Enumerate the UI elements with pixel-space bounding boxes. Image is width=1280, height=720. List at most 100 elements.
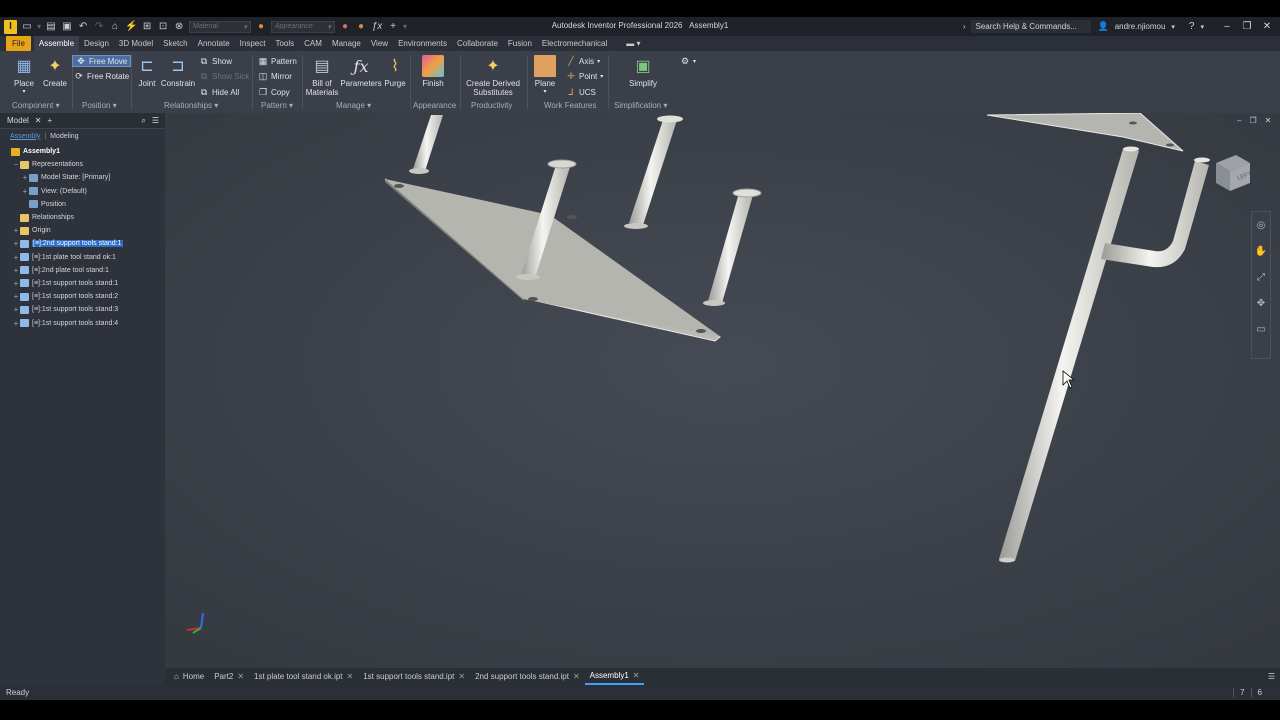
- minimize-icon[interactable]: –: [1237, 116, 1241, 125]
- user-name[interactable]: andre.njiomou: [1115, 22, 1166, 31]
- tab-electromechanical[interactable]: Electromechanical: [537, 36, 612, 51]
- tree-item[interactable]: − Representations: [0, 158, 165, 171]
- ucs-button[interactable]: ⅃ UCS: [566, 86, 595, 98]
- point-button[interactable]: ✛ Point ▾: [566, 70, 603, 82]
- minimize-icon[interactable]: –: [1220, 21, 1234, 32]
- menu-icon[interactable]: ☰: [152, 116, 159, 125]
- tab-tools[interactable]: Tools: [270, 36, 299, 51]
- tree-item[interactable]: + [≡]:2nd support tools stand:1: [0, 237, 165, 250]
- place-button[interactable]: ▦ Place ▾: [10, 55, 38, 97]
- tab-design[interactable]: Design: [79, 36, 114, 51]
- simplification-group-title[interactable]: Simplification ▾: [614, 101, 667, 110]
- search-expand-icon[interactable]: ›: [963, 22, 966, 31]
- expand-icon[interactable]: +: [21, 187, 29, 196]
- doc-tab-part2[interactable]: Part2 ✕: [209, 668, 249, 685]
- tree-item[interactable]: Assembly1: [0, 145, 165, 158]
- close-icon[interactable]: ✕: [237, 672, 244, 681]
- relationships-group-title[interactable]: Relationships ▾: [164, 101, 218, 110]
- expand-icon[interactable]: +: [21, 173, 29, 182]
- undo-icon[interactable]: ↶: [77, 21, 89, 32]
- tab-annotate[interactable]: Annotate: [193, 36, 235, 51]
- tree-item[interactable]: + [≡]:1st plate tool stand ok:1: [0, 251, 165, 264]
- expand-icon[interactable]: +: [12, 305, 20, 314]
- add-icon[interactable]: +: [387, 21, 399, 32]
- clear-appearance-icon[interactable]: ⊗: [173, 21, 185, 32]
- doc-tab-assembly1[interactable]: Assembly1 ✕: [584, 668, 645, 685]
- tree-item[interactable]: + [≡]:1st support tools stand:4: [0, 316, 165, 329]
- finish-button[interactable]: Finish: [418, 55, 448, 88]
- component-group-title[interactable]: Component ▾: [12, 101, 60, 110]
- plane-button[interactable]: Plane ▾: [531, 55, 559, 97]
- look-at-icon[interactable]: ▭: [1252, 316, 1270, 342]
- close-icon[interactable]: ✕: [573, 672, 580, 681]
- create-derived-substitutes-button[interactable]: ✦ Create Derived Substitutes: [463, 55, 523, 97]
- measure-icon[interactable]: ⊡: [157, 21, 169, 32]
- redo-icon[interactable]: ↷: [93, 21, 105, 32]
- pattern-button[interactable]: ▦ Pattern: [258, 55, 297, 67]
- tree-item[interactable]: + Model State: [Primary]: [0, 171, 165, 184]
- expand-icon[interactable]: +: [12, 292, 20, 301]
- customize-arrow-icon[interactable]: ▾: [403, 22, 407, 31]
- new-file-icon[interactable]: ▭: [21, 21, 33, 32]
- doc-tab-home[interactable]: ⌂ Home: [169, 668, 209, 685]
- show-sick-button[interactable]: ⧉ Show Sick: [199, 70, 250, 82]
- clear-override-icon[interactable]: ●: [355, 21, 367, 32]
- close-icon[interactable]: ✕: [458, 672, 465, 681]
- restore-icon[interactable]: ❐: [1240, 21, 1254, 32]
- hide-all-button[interactable]: ⧉ Hide All: [199, 86, 239, 98]
- graphics-viewport[interactable]: LEFT – ❐ ✕ ◎ ✋ ⤢ ✥ ▭: [165, 113, 1280, 668]
- tree-item[interactable]: + Origin: [0, 224, 165, 237]
- inventor-logo-icon[interactable]: I: [4, 19, 17, 34]
- close-icon[interactable]: ✕: [1265, 116, 1272, 125]
- doc-tab-1st-plate[interactable]: 1st plate tool stand ok.ipt ✕: [249, 668, 358, 685]
- tree-item[interactable]: + View: (Default): [0, 185, 165, 198]
- expand-icon[interactable]: +: [12, 226, 20, 235]
- tree-item[interactable]: Relationships: [0, 211, 165, 224]
- doc-tab-1st-support[interactable]: 1st support tools stand.ipt ✕: [358, 668, 470, 685]
- chevron-down-icon[interactable]: ▾: [1200, 23, 1204, 31]
- parameters-button[interactable]: ƒx Parameters: [340, 55, 382, 88]
- tab-inspect[interactable]: Inspect: [235, 36, 271, 51]
- subtab-modeling[interactable]: Modeling: [50, 133, 78, 140]
- help-icon[interactable]: ?: [1189, 21, 1195, 32]
- expand-icon[interactable]: +: [12, 319, 20, 328]
- search-icon[interactable]: ⌕: [141, 116, 145, 126]
- tab-view[interactable]: View: [366, 36, 393, 51]
- tab-cam[interactable]: CAM: [299, 36, 327, 51]
- select-icon[interactable]: ⊞: [141, 21, 153, 32]
- purge-button[interactable]: ⌇ Purge: [382, 55, 408, 88]
- position-group-title[interactable]: Position ▾: [82, 101, 117, 110]
- tree-item[interactable]: + [≡]:1st support tools stand:3: [0, 303, 165, 316]
- tree-item[interactable]: + [≡]:2nd plate tool stand:1: [0, 264, 165, 277]
- tab-assemble[interactable]: Assemble: [33, 36, 80, 51]
- tree-item[interactable]: + [≡]:1st support tools stand:1: [0, 277, 165, 290]
- restore-icon[interactable]: ❐: [1249, 116, 1256, 125]
- tab-fusion[interactable]: Fusion: [503, 36, 537, 51]
- fx-parameters-icon[interactable]: ƒx: [371, 21, 383, 32]
- add-tab-icon[interactable]: +: [48, 116, 53, 125]
- model-canvas[interactable]: [165, 113, 1280, 668]
- zoom-icon[interactable]: ⤢: [1252, 264, 1270, 290]
- tab-manage[interactable]: Manage: [327, 36, 366, 51]
- pattern-group-title[interactable]: Pattern ▾: [261, 101, 293, 110]
- home-icon[interactable]: ⌂: [109, 21, 121, 32]
- close-icon[interactable]: ✕: [1260, 21, 1274, 32]
- manage-group-title[interactable]: Manage ▾: [336, 101, 371, 110]
- close-icon[interactable]: ✕: [633, 671, 640, 680]
- adjust-appearance-icon[interactable]: ●: [339, 21, 351, 32]
- viewcube[interactable]: LEFT: [1210, 153, 1256, 195]
- axis-button[interactable]: ╱ Axis ▾: [566, 55, 600, 67]
- open-folder-icon[interactable]: ▤: [45, 21, 57, 32]
- tree-item[interactable]: + [≡]:1st support tools stand:2: [0, 290, 165, 303]
- create-button[interactable]: ✦ Create: [40, 55, 70, 88]
- add-panel-button[interactable]: ⚙ ▾: [680, 55, 696, 67]
- pan-icon[interactable]: ✋: [1252, 238, 1270, 264]
- simplify-button[interactable]: ▣ Simplify: [626, 55, 660, 88]
- chevron-down-icon[interactable]: ▾: [1171, 23, 1175, 31]
- collapse-icon[interactable]: −: [12, 160, 20, 169]
- tab-environments[interactable]: Environments: [393, 36, 452, 51]
- expand-icon[interactable]: +: [12, 266, 20, 275]
- doc-tab-2nd-support[interactable]: 2nd support tools stand.ipt ✕: [470, 668, 585, 685]
- material-dropdown[interactable]: Material ▾: [189, 20, 252, 33]
- tab-collaborate[interactable]: Collaborate: [452, 36, 503, 51]
